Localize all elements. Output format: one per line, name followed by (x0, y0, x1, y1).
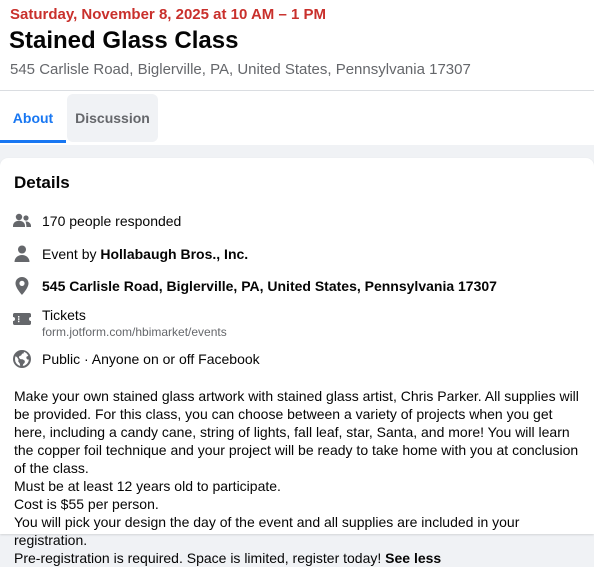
globe-icon (12, 349, 32, 369)
tickets-row: Tickets form.jotform.com/hbimarket/event… (0, 307, 594, 339)
ticket-icon (12, 309, 32, 329)
event-description: Make your own stained glass artwork with… (14, 387, 584, 567)
event-address-text[interactable]: 545 Carlisle Road, Biglerville, PA, Unit… (42, 278, 497, 294)
registration-text: Pre-registration is required. Space is l… (14, 550, 386, 566)
responded-count[interactable]: 170 people responded (42, 213, 181, 229)
tickets-label: Tickets (42, 307, 86, 323)
details-card: Details 170 people responded Event by Ho… (0, 158, 594, 566)
responded-row: 170 people responded (0, 209, 594, 233)
tickets-link[interactable]: form.jotform.com/hbimarket/events (42, 325, 227, 339)
privacy-row: Public · Anyone on or off Facebook (0, 347, 594, 371)
organizer-prefix: Event by (42, 246, 101, 262)
organizer-text: Event by Hollabaugh Bros., Inc. (42, 246, 248, 262)
see-less-button[interactable]: See less (385, 550, 441, 566)
tab-discussion[interactable]: Discussion (67, 94, 158, 142)
event-title: Stained Glass Class (9, 27, 239, 54)
description-cost: Cost is $55 per person. (14, 496, 159, 512)
organizer-link[interactable]: Hollabaugh Bros., Inc. (100, 246, 248, 262)
active-tab-indicator (0, 140, 66, 143)
tab-about[interactable]: About (0, 94, 66, 142)
description-supplies: You will pick your design the day of the… (14, 514, 520, 548)
address-row: 545 Carlisle Road, Biglerville, PA, Unit… (0, 274, 594, 298)
event-header: Saturday, November 8, 2025 at 10 AM – 1 … (0, 0, 594, 91)
details-heading: Details (14, 173, 70, 192)
event-date-time: Saturday, November 8, 2025 at 10 AM – 1 … (10, 6, 326, 23)
event-location-subtitle[interactable]: 545 Carlisle Road, Biglerville, PA, Unit… (10, 61, 471, 78)
event-address[interactable]: 545 Carlisle Road, Biglerville, PA, Unit… (42, 278, 497, 294)
location-pin-icon (12, 276, 32, 296)
description-registration: Pre-registration is required. Space is l… (14, 549, 584, 567)
tab-bar: About Discussion (0, 91, 594, 145)
description-age: Must be at least 12 years old to partici… (14, 478, 281, 494)
people-icon (12, 211, 32, 231)
organizer-row: Event by Hollabaugh Bros., Inc. (0, 242, 594, 266)
person-icon (12, 244, 32, 264)
privacy-text: Public · Anyone on or off Facebook (42, 351, 260, 367)
description-paragraph: Make your own stained glass artwork with… (14, 388, 579, 476)
